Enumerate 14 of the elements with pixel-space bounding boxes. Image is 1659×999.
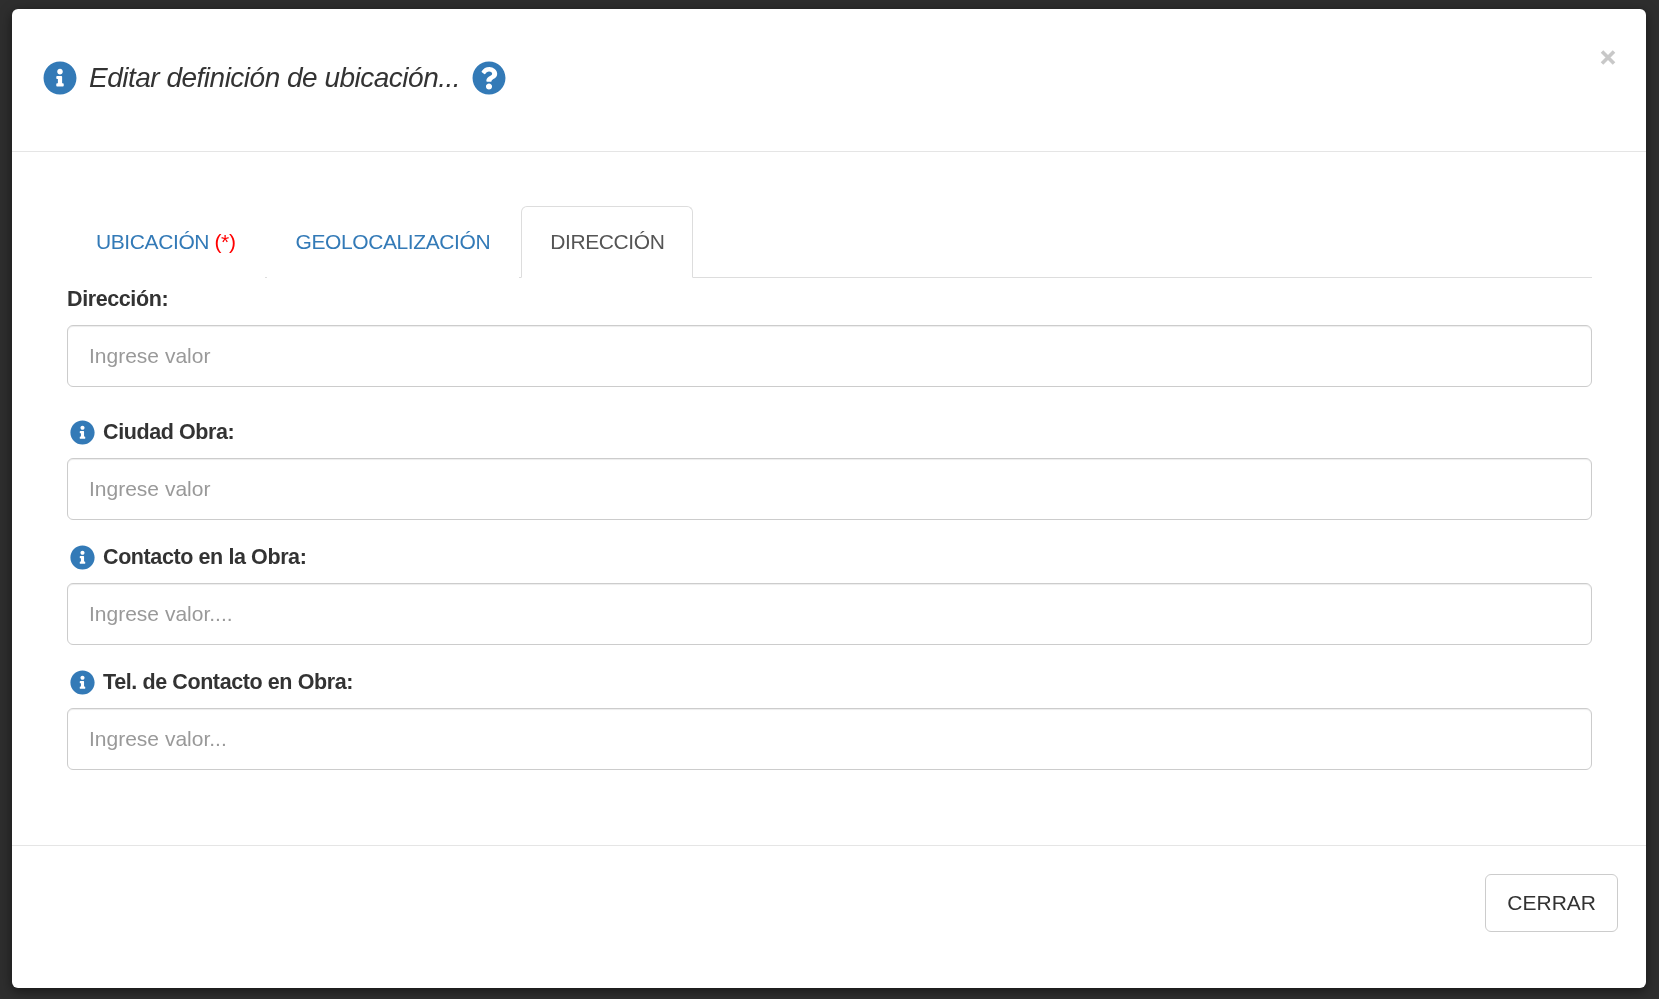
field-label: Tel. de Contacto en Obra:: [103, 669, 354, 695]
input-field[interactable]: Ingrese valor....: [67, 583, 1592, 645]
help-icon[interactable]: [472, 61, 507, 95]
input-field[interactable]: Ingrese valor: [67, 325, 1592, 387]
field-label: Dirección:: [67, 286, 169, 312]
tab[interactable]: DIRECCIÓN: [521, 206, 694, 278]
field-label: Ciudad Obra:: [103, 419, 235, 445]
field-label: Contacto en la Obra:: [103, 544, 307, 570]
input-field[interactable]: Ingrese valor: [67, 458, 1592, 520]
dialog-title: Editar definición de ubicación...: [89, 62, 461, 94]
info-icon: [43, 61, 77, 95]
close-dialog-button[interactable]: CERRAR: [1485, 874, 1618, 932]
input-field[interactable]: Ingrese valor...: [67, 708, 1592, 770]
close-icon: [1600, 49, 1616, 66]
